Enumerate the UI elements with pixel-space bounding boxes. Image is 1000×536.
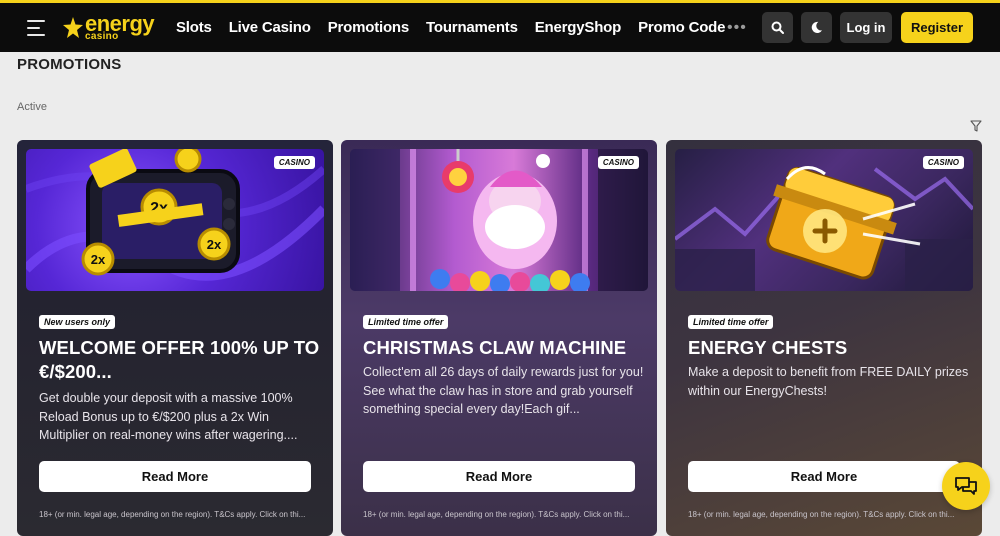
offer-tag: New users only [39, 315, 116, 329]
promo-card[interactable]: CASINO Limited time offer ENERGY CHESTS … [666, 140, 982, 536]
energy-chest-illustration [675, 166, 973, 291]
section-label-active: Active [17, 101, 47, 113]
moon-icon [811, 21, 823, 33]
terms-disclaimer[interactable]: 18+ (or min. legal age, depending on the… [688, 510, 973, 519]
read-more-button[interactable]: Read More [39, 461, 311, 492]
offer-tag: Limited time offer [363, 315, 449, 329]
promo-description: Collect'em all 26 days of daily rewards … [363, 365, 644, 416]
promo-title: CHRISTMAS CLAW MACHINE [363, 337, 627, 358]
tv-2x-illustration: 2x 2x 2x [26, 149, 324, 281]
logo-subtext: casino [85, 31, 119, 42]
top-nav-bar: energy casino Slots Live Casino Promotio… [0, 3, 1000, 52]
nav-promo-code[interactable]: Promo Code [638, 19, 725, 36]
nav-slots[interactable]: Slots [176, 19, 212, 36]
nav-energyshop[interactable]: EnergyShop [535, 19, 622, 36]
terms-disclaimer[interactable]: 18+ (or min. legal age, depending on the… [363, 510, 648, 519]
login-button[interactable]: Log in [840, 12, 892, 43]
promo-banner-image[interactable]: 2x 2x 2x CASINO [26, 149, 324, 291]
search-button[interactable] [762, 12, 793, 43]
promo-card[interactable]: 2x 2x 2x CASINO New users only WELCOME O… [17, 140, 333, 536]
promo-description: Make a deposit to benefit from FREE DAIL… [688, 365, 969, 398]
read-more-button[interactable]: Read More [688, 461, 960, 492]
promo-card[interactable]: CASINO Limited time offer CHRISTMAS CLAW… [341, 140, 657, 536]
nav-live-casino[interactable]: Live Casino [229, 19, 311, 36]
read-more-button[interactable]: Read More [363, 461, 635, 492]
more-menu-icon[interactable]: ••• [727, 19, 747, 37]
live-chat-button[interactable] [942, 462, 990, 510]
star-logo-icon [63, 16, 83, 38]
nav-tournaments[interactable]: Tournaments [426, 19, 518, 36]
category-badge: CASINO [597, 156, 639, 169]
svg-text:2x: 2x [207, 237, 222, 252]
logo[interactable]: energy casino [63, 13, 155, 42]
hamburger-menu-icon[interactable] [27, 20, 45, 36]
main-nav: Slots Live Casino Promotions Tournaments… [176, 3, 742, 52]
theme-toggle-button[interactable] [801, 12, 832, 43]
promo-title: ENERGY CHESTS [688, 337, 848, 358]
register-button[interactable]: Register [901, 12, 973, 43]
promo-description: Get double your deposit with a massive 1… [39, 391, 298, 442]
claw-machine-illustration [350, 149, 648, 291]
promo-banner-image[interactable]: CASINO [350, 149, 648, 291]
promo-title: WELCOME OFFER 100% UP TO €/$200... [39, 337, 320, 382]
offer-tag: Limited time offer [688, 315, 774, 329]
chat-bubbles-icon [955, 477, 977, 495]
search-icon [771, 21, 784, 34]
page-title: PROMOTIONS [17, 56, 122, 73]
nav-promotions[interactable]: Promotions [328, 19, 410, 36]
svg-text:2x: 2x [91, 252, 106, 267]
category-badge: CASINO [922, 156, 964, 169]
category-badge: CASINO [273, 156, 315, 169]
terms-disclaimer[interactable]: 18+ (or min. legal age, depending on the… [39, 510, 324, 519]
filter-icon[interactable] [970, 120, 982, 132]
promo-banner-image[interactable]: CASINO [675, 149, 973, 291]
